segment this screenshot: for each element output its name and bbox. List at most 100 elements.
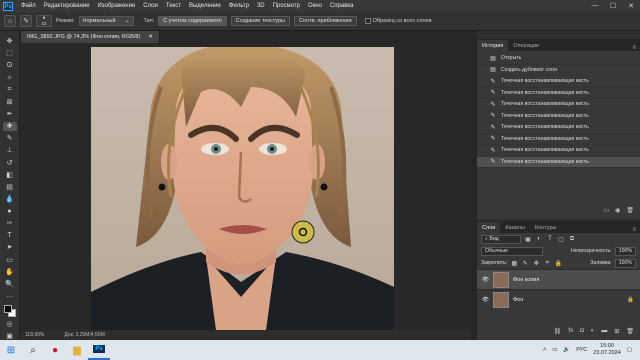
notifications-icon[interactable]: ▢: [627, 347, 632, 353]
search-icon[interactable]: ⌕: [22, 340, 44, 360]
dodge-tool-icon[interactable]: ●: [3, 207, 17, 216]
quick-select-tool-icon[interactable]: ✧: [3, 73, 17, 82]
history-item[interactable]: ✎ Точечная восстанавливающая кисть: [477, 145, 640, 157]
type-tool-icon[interactable]: T: [3, 231, 17, 240]
history-item[interactable]: ✎ Точечная восстанавливающая кисть: [477, 122, 640, 134]
lock-image-icon[interactable]: ✎: [521, 259, 529, 267]
tab-history[interactable]: История: [477, 40, 509, 51]
record-icon[interactable]: ●: [44, 340, 66, 360]
lock-position-icon[interactable]: ✥: [532, 259, 540, 267]
filter-shape-icon[interactable]: ▢: [557, 235, 565, 243]
crop-tool-icon[interactable]: ⌗: [3, 86, 17, 95]
history-item[interactable]: ✎ Точечная восстанавливающая кисть: [477, 99, 640, 111]
language-indicator[interactable]: РУС: [576, 347, 587, 353]
file-explorer-icon[interactable]: ▆: [66, 340, 88, 360]
menu-help[interactable]: Справка: [326, 3, 358, 9]
tab-channels[interactable]: Каналы: [500, 222, 530, 233]
fill-input[interactable]: 100%: [614, 258, 636, 268]
lock-all-icon[interactable]: 🔒: [554, 259, 562, 267]
panel-menu-icon[interactable]: ≡: [632, 227, 640, 233]
snapshot-icon[interactable]: ◉: [615, 207, 620, 217]
delete-layer-icon[interactable]: 🗑: [626, 328, 634, 338]
layer-style-button[interactable]: fx: [568, 328, 573, 338]
foreground-color-swatch[interactable]: [3, 304, 12, 313]
filter-pixel-icon[interactable]: ▣: [524, 235, 532, 243]
quick-mask-icon[interactable]: ◎: [3, 319, 17, 328]
brush-size-picker[interactable]: ● 15: [36, 15, 52, 27]
windows-start-icon[interactable]: ⊞: [0, 340, 22, 360]
history-brush-tool-icon[interactable]: ↺: [3, 158, 17, 167]
mode-select[interactable]: Нормальный ⌄: [78, 16, 134, 26]
lock-artboard-icon[interactable]: ⌗: [543, 259, 551, 267]
menu-view[interactable]: Просмотр: [269, 3, 304, 9]
history-item[interactable]: ✎ Точечная восстанавливающая кисть: [477, 76, 640, 88]
volume-icon[interactable]: 🔊: [563, 347, 570, 353]
menu-window[interactable]: Окно: [304, 3, 326, 9]
tab-paths[interactable]: Контуры: [530, 222, 562, 233]
eye-icon[interactable]: 👁: [482, 297, 489, 303]
pen-tool-icon[interactable]: ✑: [3, 219, 17, 228]
opacity-input[interactable]: 100%: [614, 246, 636, 256]
lock-transparent-icon[interactable]: ▦: [510, 259, 518, 267]
color-swatches[interactable]: [3, 304, 17, 317]
more-tools-icon[interactable]: …: [3, 292, 17, 301]
menu-edit[interactable]: Редактирование: [40, 3, 94, 9]
panel-menu-icon[interactable]: ≡: [632, 45, 640, 51]
blur-tool-icon[interactable]: 💧: [3, 195, 17, 204]
layer-row-background-copy[interactable]: 👁 Фон копия: [477, 269, 640, 289]
link-layers-icon[interactable]: ⛓: [554, 328, 562, 338]
healing-brush-tool-icon[interactable]: ✎: [20, 15, 32, 27]
history-item-current[interactable]: ✎ Точечная восстанавливающая кисть: [477, 156, 640, 168]
new-document-from-state-icon[interactable]: ▭: [603, 207, 609, 217]
eyedropper-tool-icon[interactable]: ✒: [3, 110, 17, 119]
clock[interactable]: 15:00 23.07.2024: [593, 343, 621, 357]
new-layer-icon[interactable]: ⊞: [614, 328, 619, 338]
spot-healing-brush-tool-icon[interactable]: ✚: [2, 121, 17, 131]
maximize-button[interactable]: ☐: [604, 2, 622, 10]
history-item[interactable]: ▤ Создать дубликат слоя: [477, 65, 640, 76]
brush-tool-icon[interactable]: ✎: [3, 134, 17, 143]
close-tab-icon[interactable]: ✕: [148, 34, 153, 40]
tab-layers[interactable]: Слои: [477, 222, 501, 233]
gradient-tool-icon[interactable]: ▤: [3, 183, 17, 192]
delete-icon[interactable]: 🗑: [626, 207, 634, 217]
photoshop-taskbar-icon[interactable]: Ps: [88, 340, 110, 360]
type-proximity-button[interactable]: Соотв. приближения: [294, 16, 357, 26]
type-content-aware-button[interactable]: С учетом содержимого: [158, 16, 227, 26]
group-icon[interactable]: ▬: [601, 328, 607, 338]
add-mask-icon[interactable]: ◘: [580, 328, 584, 338]
eye-icon[interactable]: 👁: [482, 277, 489, 283]
zoom-tool-icon[interactable]: 🔍: [3, 280, 17, 289]
marquee-tool-icon[interactable]: ⬚: [3, 49, 17, 58]
tab-actions[interactable]: Операции: [508, 40, 544, 51]
filter-type-icon[interactable]: T: [546, 235, 554, 243]
clone-stamp-tool-icon[interactable]: ⊥: [3, 146, 17, 155]
screen-mode-icon[interactable]: ▣: [3, 331, 17, 340]
frame-tool-icon[interactable]: ⊠: [3, 98, 17, 107]
history-item[interactable]: ▤ Открыть: [477, 53, 640, 65]
menu-3d[interactable]: 3D: [253, 3, 269, 9]
home-icon[interactable]: ⌂: [4, 15, 16, 27]
blend-mode-select[interactable]: Обычные: [481, 246, 543, 256]
menu-select[interactable]: Выделение: [185, 3, 225, 9]
type-texture-button[interactable]: Создание текстуры: [230, 16, 290, 26]
minimize-button[interactable]: —: [586, 2, 604, 10]
layer-filter-kind[interactable]: ⌕ Вид: [481, 234, 521, 244]
path-select-tool-icon[interactable]: ➤: [3, 243, 17, 252]
lasso-tool-icon[interactable]: ʘ: [3, 61, 17, 70]
menu-type[interactable]: Текст: [162, 3, 185, 9]
zoom-level[interactable]: 118,99%: [25, 332, 44, 338]
chevron-up-icon[interactable]: ˄: [543, 347, 546, 353]
adjustment-layer-icon[interactable]: ◐: [591, 328, 595, 338]
history-item[interactable]: ✎ Точечная восстанавливающая кисть: [477, 111, 640, 122]
filter-adjustment-icon[interactable]: ◐: [535, 235, 543, 243]
filter-smart-object-icon[interactable]: ⧉: [568, 235, 576, 243]
menu-image[interactable]: Изображение: [93, 3, 139, 9]
layer-row-background[interactable]: 👁 Фон 🔒: [477, 289, 640, 309]
rectangle-tool-icon[interactable]: ▭: [3, 255, 17, 264]
history-item[interactable]: ✎ Точечная восстанавливающая кисть: [477, 88, 640, 99]
network-icon[interactable]: ▭: [552, 347, 557, 353]
eraser-tool-icon[interactable]: ◧: [3, 170, 17, 179]
menu-layers[interactable]: Слои: [139, 3, 162, 9]
hand-tool-icon[interactable]: ✋: [3, 267, 17, 276]
